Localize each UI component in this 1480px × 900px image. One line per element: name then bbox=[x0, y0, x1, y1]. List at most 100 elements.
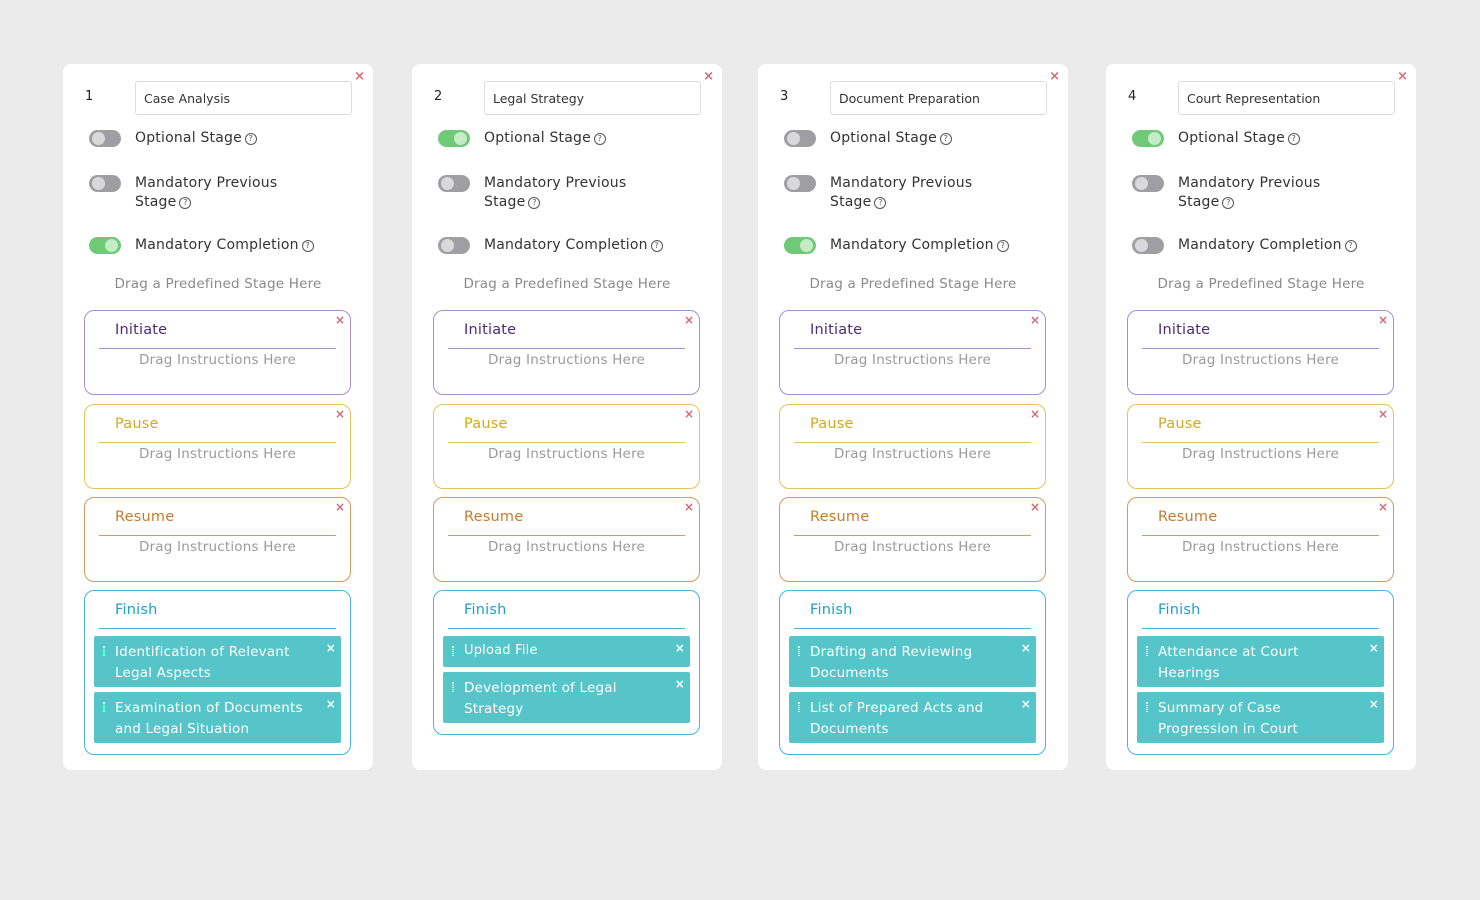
close-icon[interactable]: × bbox=[684, 500, 694, 514]
close-icon[interactable]: × bbox=[1021, 638, 1031, 659]
drag-stage-dropzone[interactable]: Drag a Predefined Stage Here bbox=[758, 276, 1068, 292]
help-circle-icon[interactable]: ? bbox=[1344, 240, 1357, 252]
close-icon[interactable]: × bbox=[1030, 313, 1040, 327]
help-circle-icon[interactable]: ? bbox=[1222, 197, 1235, 209]
help-circle-icon[interactable]: ? bbox=[528, 197, 541, 209]
close-icon[interactable]: × bbox=[1030, 407, 1040, 421]
close-icon[interactable]: × bbox=[326, 694, 336, 715]
stage-card: × 2 Optional Stage? Mandatory Previous S… bbox=[412, 64, 722, 770]
resume-section[interactable]: Resume × Drag Instructions Here bbox=[1127, 497, 1394, 582]
finish-section[interactable]: Finish Upload File × Development of Lega… bbox=[433, 590, 700, 735]
divider bbox=[99, 442, 336, 443]
mandatory-previous-toggle[interactable] bbox=[1132, 175, 1164, 192]
mandatory-completion-toggle[interactable] bbox=[89, 237, 121, 254]
help-circle-icon[interactable]: ? bbox=[996, 240, 1009, 252]
close-icon[interactable]: × bbox=[684, 313, 694, 327]
close-icon[interactable]: × bbox=[703, 70, 714, 83]
instruction-item[interactable]: List of Prepared Acts and Documents × bbox=[789, 692, 1036, 743]
pause-section[interactable]: Pause × Drag Instructions Here bbox=[84, 404, 351, 489]
drag-handle-icon[interactable] bbox=[1146, 646, 1148, 656]
drag-handle-icon[interactable] bbox=[452, 646, 454, 656]
drag-instructions-hint: Drag Instructions Here bbox=[833, 446, 992, 462]
initiate-section[interactable]: Initiate × Drag Instructions Here bbox=[1127, 310, 1394, 395]
drag-handle-icon[interactable] bbox=[452, 682, 454, 692]
mandatory-previous-option: Mandatory Previous Stage? bbox=[89, 174, 290, 212]
instruction-item[interactable]: Attendance at Court Hearings × bbox=[1137, 636, 1384, 687]
drag-handle-icon[interactable] bbox=[798, 646, 800, 656]
drag-handle-icon[interactable] bbox=[103, 702, 105, 712]
close-icon[interactable]: × bbox=[675, 638, 685, 659]
help-circle-icon[interactable]: ? bbox=[179, 197, 192, 209]
drag-handle-icon[interactable] bbox=[103, 646, 105, 656]
divider bbox=[99, 348, 336, 349]
close-icon[interactable]: × bbox=[1378, 407, 1388, 421]
help-circle-icon[interactable]: ? bbox=[1287, 133, 1300, 145]
initiate-section[interactable]: Initiate × Drag Instructions Here bbox=[84, 310, 351, 395]
finish-instruction-list: Drafting and Reviewing Documents × List … bbox=[780, 591, 1045, 754]
finish-section[interactable]: Finish Drafting and Reviewing Documents … bbox=[779, 590, 1046, 755]
initiate-section[interactable]: Initiate × Drag Instructions Here bbox=[433, 310, 700, 395]
instruction-item[interactable]: Examination of Documents and Legal Situa… bbox=[94, 692, 341, 743]
drag-stage-dropzone[interactable]: Drag a Predefined Stage Here bbox=[63, 276, 373, 292]
drag-stage-dropzone[interactable]: Drag a Predefined Stage Here bbox=[412, 276, 722, 292]
finish-instruction-list: Identification of Relevant Legal Aspects… bbox=[85, 591, 350, 754]
mandatory-completion-toggle[interactable] bbox=[1132, 237, 1164, 254]
mandatory-completion-option: Mandatory Completion? bbox=[89, 236, 325, 255]
drag-handle-icon[interactable] bbox=[798, 702, 800, 712]
optional-stage-toggle[interactable] bbox=[1132, 130, 1164, 147]
help-circle-icon[interactable]: ? bbox=[939, 133, 952, 145]
close-icon[interactable]: × bbox=[1049, 70, 1060, 83]
resume-section[interactable]: Resume × Drag Instructions Here bbox=[84, 497, 351, 582]
help-circle-icon[interactable]: ? bbox=[650, 240, 663, 252]
drag-handle-icon[interactable] bbox=[1146, 702, 1148, 712]
instruction-item[interactable]: Identification of Relevant Legal Aspects… bbox=[94, 636, 341, 687]
mandatory-previous-toggle[interactable] bbox=[438, 175, 470, 192]
pause-section[interactable]: Pause × Drag Instructions Here bbox=[1127, 404, 1394, 489]
initiate-section[interactable]: Initiate × Drag Instructions Here bbox=[779, 310, 1046, 395]
stage-name-input[interactable] bbox=[830, 81, 1047, 115]
finish-section[interactable]: Finish Attendance at Court Hearings × Su… bbox=[1127, 590, 1394, 755]
close-icon[interactable]: × bbox=[335, 500, 345, 514]
optional-stage-toggle[interactable] bbox=[89, 130, 121, 147]
pause-section[interactable]: Pause × Drag Instructions Here bbox=[433, 404, 700, 489]
mandatory-completion-toggle[interactable] bbox=[438, 237, 470, 254]
help-circle-icon[interactable]: ? bbox=[874, 197, 887, 209]
stage-name-input[interactable] bbox=[135, 81, 352, 115]
close-icon[interactable]: × bbox=[335, 407, 345, 421]
close-icon[interactable]: × bbox=[1397, 70, 1408, 83]
help-circle-icon[interactable]: ? bbox=[593, 133, 606, 145]
close-icon[interactable]: × bbox=[1378, 500, 1388, 514]
close-icon[interactable]: × bbox=[326, 638, 336, 659]
pause-section[interactable]: Pause × Drag Instructions Here bbox=[779, 404, 1046, 489]
close-icon[interactable]: × bbox=[1030, 500, 1040, 514]
stage-name-input[interactable] bbox=[484, 81, 701, 115]
close-icon[interactable]: × bbox=[1369, 638, 1379, 659]
instruction-item[interactable]: Summary of Case Progression in Court × bbox=[1137, 692, 1384, 743]
mandatory-previous-option: Mandatory Previous Stage? bbox=[784, 174, 985, 212]
mandatory-previous-option: Mandatory Previous Stage? bbox=[1132, 174, 1333, 212]
optional-stage-toggle[interactable] bbox=[784, 130, 816, 147]
resume-section[interactable]: Resume × Drag Instructions Here bbox=[433, 497, 700, 582]
help-circle-icon[interactable]: ? bbox=[301, 240, 314, 252]
mandatory-completion-toggle[interactable] bbox=[784, 237, 816, 254]
mandatory-previous-toggle[interactable] bbox=[784, 175, 816, 192]
close-icon[interactable]: × bbox=[675, 674, 685, 695]
optional-stage-toggle[interactable] bbox=[438, 130, 470, 147]
close-icon[interactable]: × bbox=[335, 313, 345, 327]
resume-section[interactable]: Resume × Drag Instructions Here bbox=[779, 497, 1046, 582]
stage-name-input[interactable] bbox=[1178, 81, 1395, 115]
close-icon[interactable]: × bbox=[354, 70, 365, 83]
stage-number: 1 bbox=[85, 89, 94, 104]
instruction-item[interactable]: Development of Legal Strategy × bbox=[443, 672, 690, 723]
close-icon[interactable]: × bbox=[1021, 694, 1031, 715]
close-icon[interactable]: × bbox=[684, 407, 694, 421]
mandatory-previous-toggle[interactable] bbox=[89, 175, 121, 192]
instruction-label: List of Prepared Acts and Documents bbox=[810, 700, 984, 737]
help-circle-icon[interactable]: ? bbox=[244, 133, 257, 145]
instruction-item[interactable]: Upload File × bbox=[443, 636, 690, 667]
instruction-item[interactable]: Drafting and Reviewing Documents × bbox=[789, 636, 1036, 687]
finish-section[interactable]: Finish Identification of Relevant Legal … bbox=[84, 590, 351, 755]
close-icon[interactable]: × bbox=[1378, 313, 1388, 327]
drag-stage-dropzone[interactable]: Drag a Predefined Stage Here bbox=[1106, 276, 1416, 292]
close-icon[interactable]: × bbox=[1369, 694, 1379, 715]
